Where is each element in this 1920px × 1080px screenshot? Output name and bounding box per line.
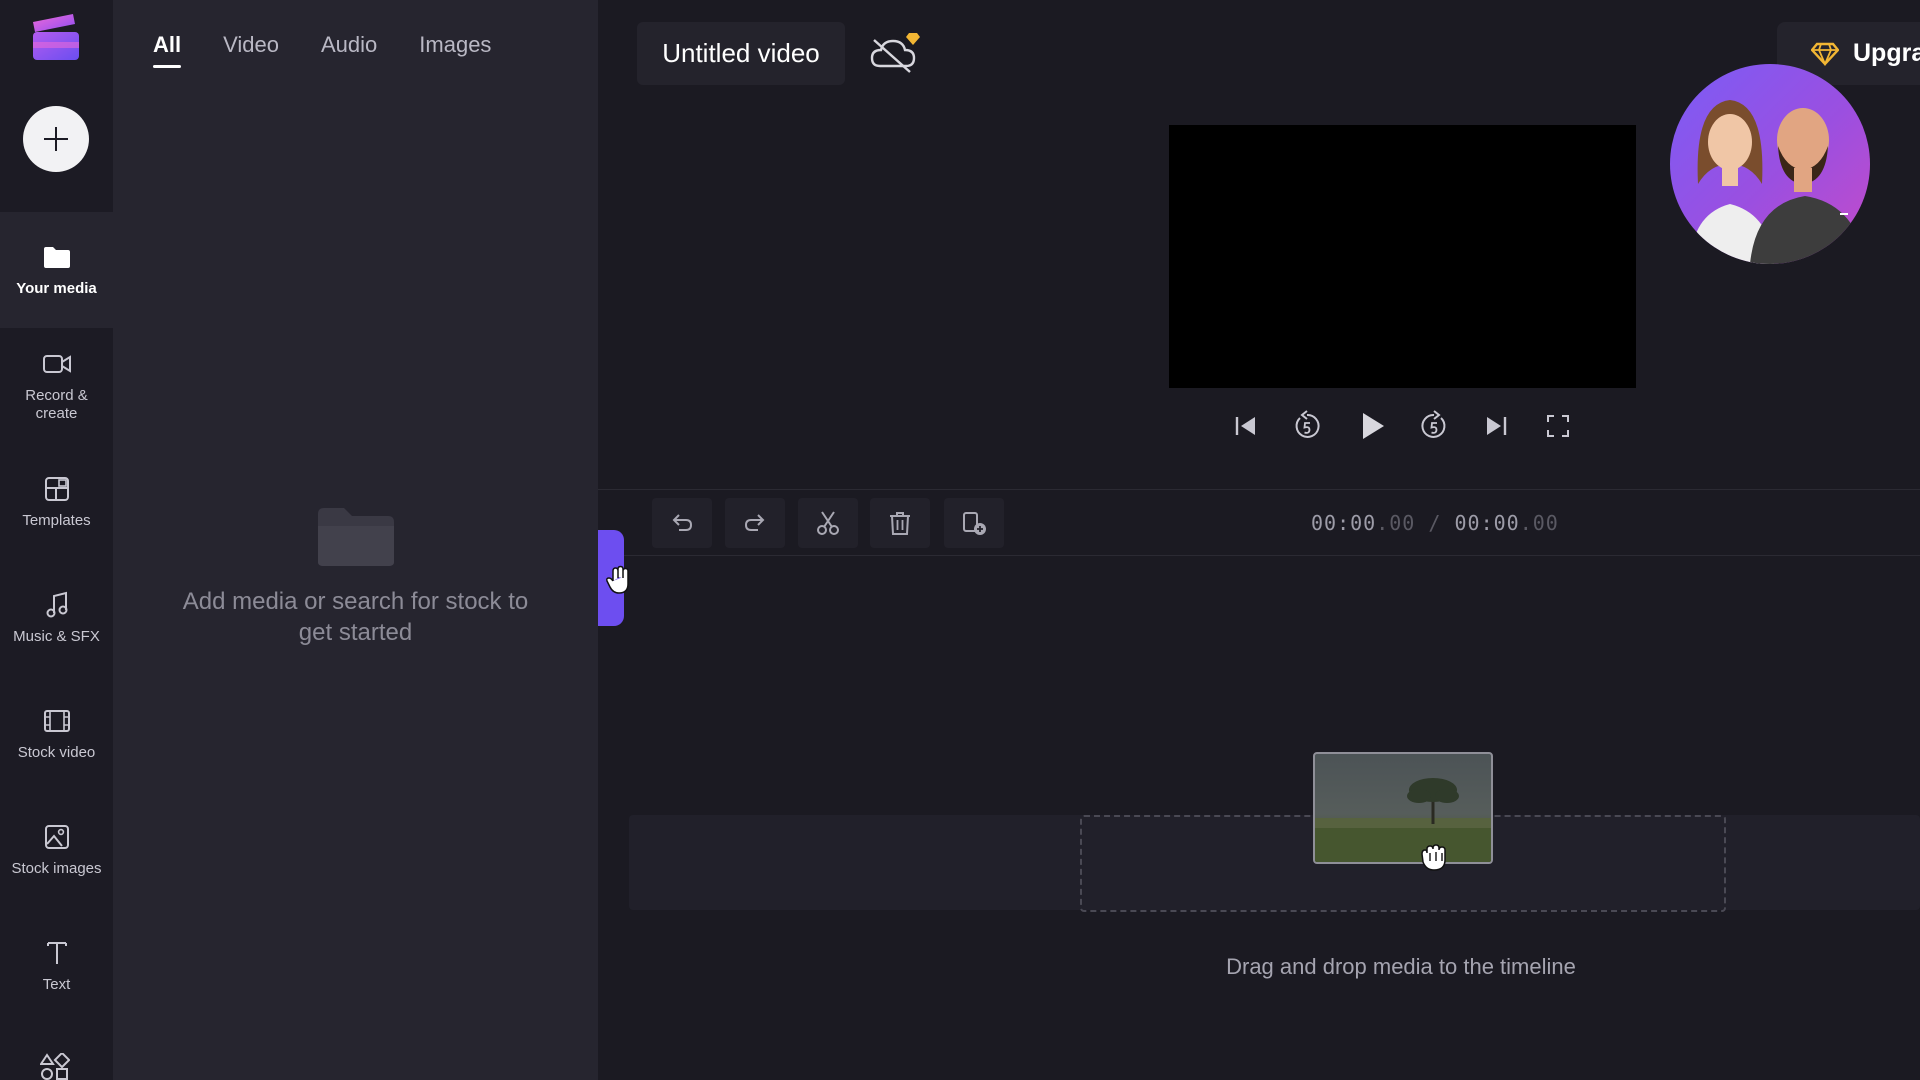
sidebar-item-label: Templates — [22, 512, 91, 529]
scissors-icon — [817, 511, 839, 535]
current-time-fraction: .00 — [1376, 511, 1416, 535]
left-navigation-rail: Your media Record & create Templates Mus… — [0, 0, 113, 1080]
forward-5s-button[interactable] — [1416, 406, 1452, 446]
timecode-separator: / — [1428, 511, 1442, 535]
sidebar-item-your-media[interactable]: Your media — [0, 212, 113, 328]
play-button[interactable] — [1354, 406, 1390, 446]
grab-cursor-icon — [1417, 840, 1451, 872]
tab-images[interactable]: Images — [419, 32, 491, 68]
cloud-sync-off-icon[interactable] — [868, 28, 924, 76]
shapes-icon[interactable] — [40, 1053, 70, 1080]
upgrade-label: Upgra — [1853, 39, 1920, 67]
sidebar-item-stock-images[interactable]: Stock images — [0, 792, 113, 908]
clipchamp-logo-icon — [29, 12, 83, 62]
split-button[interactable] — [798, 498, 858, 548]
tab-all[interactable]: All — [153, 32, 182, 68]
duplicate-icon — [963, 512, 986, 535]
sidebar-item-label: Stock video — [17, 744, 96, 761]
trash-icon — [890, 512, 910, 535]
forward-5-icon — [1421, 410, 1446, 438]
sidebar-item-label: Music & SFX — [13, 628, 100, 645]
sidebar-item-text[interactable]: Text — [0, 908, 113, 1024]
current-time: 00:00 — [1311, 511, 1377, 535]
create-new-button[interactable] — [23, 106, 89, 172]
sidebar-item-label: Text — [42, 976, 71, 993]
play-icon — [1363, 413, 1384, 439]
sidebar-item-stock-video[interactable]: Stock video — [0, 676, 113, 792]
media-tabs: All Video Audio Images — [153, 32, 533, 68]
skip-forward-icon — [1487, 417, 1507, 435]
folder-icon — [42, 242, 72, 272]
image-icon — [42, 822, 72, 852]
text-icon — [42, 938, 72, 968]
total-time: 00:00 — [1454, 511, 1520, 535]
redo-button[interactable] — [725, 498, 785, 548]
project-title[interactable]: Untitled video — [637, 22, 845, 85]
camera-icon — [42, 349, 72, 379]
skip-to-start-button[interactable] — [1228, 406, 1264, 446]
video-preview-canvas[interactable] — [1169, 125, 1636, 388]
sidebar-item-label: Stock images — [11, 860, 102, 877]
timecode-display: 00:00.00 / 00:00.00 — [1311, 511, 1559, 535]
presenter-avatar — [1670, 64, 1870, 264]
sidebar-item-label: Record & create — [25, 387, 88, 422]
timeline-drop-hint: Drag and drop media to the timeline — [1226, 954, 1576, 979]
total-time-fraction: .00 — [1519, 511, 1559, 535]
undo-icon — [672, 514, 693, 531]
undo-button[interactable] — [652, 498, 712, 548]
sidebar-item-label: Your media — [16, 280, 97, 297]
media-panel: All Video Audio Images Add media or sear… — [113, 0, 598, 1080]
tree-thumbnail-image — [1315, 778, 1491, 862]
skip-to-end-button[interactable] — [1478, 406, 1514, 446]
timeline-ruler-divider — [598, 555, 1920, 556]
delete-button[interactable] — [870, 498, 930, 548]
duplicate-button[interactable] — [944, 498, 1004, 548]
sidebar-item-music-sfx[interactable]: Music & SFX — [0, 560, 113, 676]
tab-audio[interactable]: Audio — [321, 32, 377, 68]
tab-video[interactable]: Video — [223, 32, 279, 68]
dragged-media-thumbnail[interactable] — [1313, 752, 1493, 864]
music-note-icon — [42, 590, 72, 620]
premium-gem-icon — [1811, 42, 1839, 66]
hand-cursor-icon — [605, 565, 633, 595]
empty-media-state: Add media or search for stock to get sta… — [113, 506, 598, 648]
sidebar-item-templates[interactable]: Templates — [0, 444, 113, 560]
redo-icon — [744, 514, 765, 531]
timeline-top-divider — [598, 489, 1920, 490]
playback-controls — [1228, 406, 1588, 446]
empty-folder-icon — [317, 508, 394, 566]
templates-icon — [42, 474, 72, 504]
fullscreen-icon — [1547, 415, 1569, 437]
rewind-5-icon — [1295, 410, 1320, 438]
premium-gem-icon — [906, 33, 920, 45]
sidebar-item-record-create[interactable]: Record & create — [0, 328, 113, 444]
fullscreen-button[interactable] — [1540, 406, 1576, 446]
empty-media-message: Add media or search for stock to get sta… — [182, 588, 529, 646]
rewind-5s-button[interactable] — [1289, 406, 1325, 446]
plus-icon — [44, 127, 68, 151]
skip-back-icon — [1235, 417, 1255, 435]
film-icon — [42, 706, 72, 736]
